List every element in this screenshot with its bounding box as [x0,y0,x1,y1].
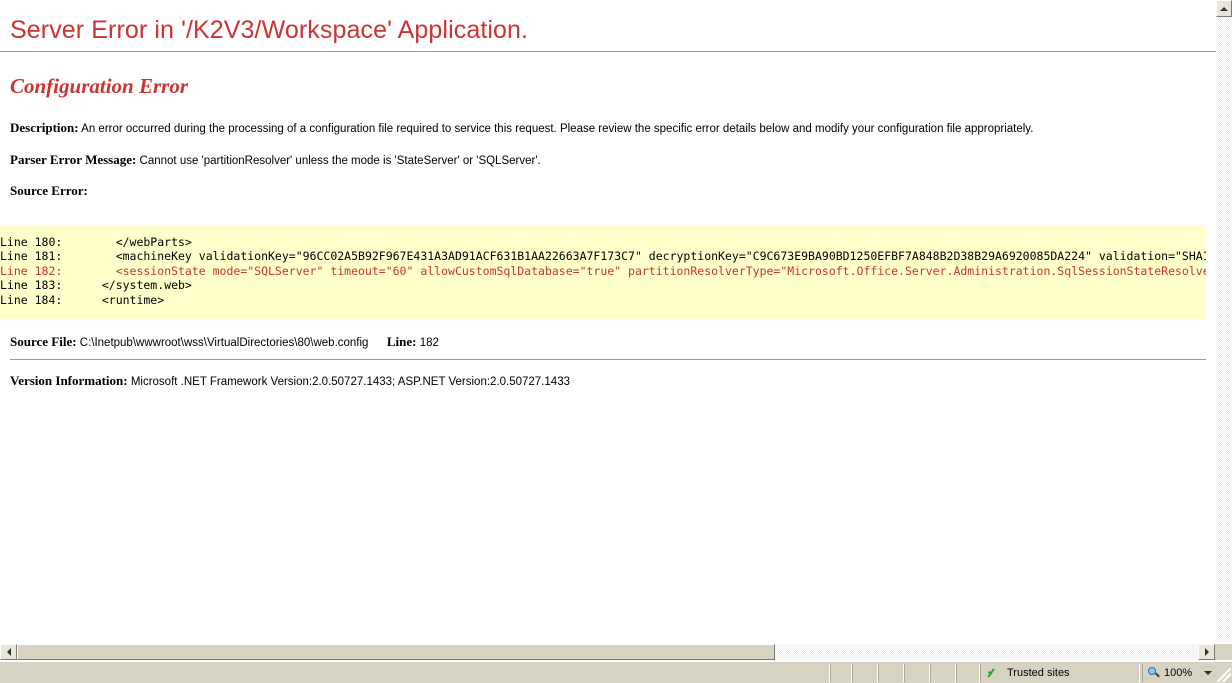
code-line: Line 181: <machineKey validationKey="96C… [0,249,1206,264]
code-line: Line 184: <runtime> [0,293,1206,308]
source-error-paragraph: Source Error: [10,176,1206,211]
code-line-number: Line 184: [0,292,63,307]
code-line-number: Line 181: [0,249,63,264]
description-text: An error occurred during the processing … [81,123,1034,135]
code-line: Line 180: </webParts> [0,235,1206,250]
page-title: Server Error in '/K2V3/Workspace' Applic… [10,16,529,44]
status-message [2,664,830,682]
code-line-text: </webParts> [88,234,192,249]
version-label: Version Information: [10,372,128,388]
security-zone-label: Trusted sites [1007,667,1070,679]
code-line-text: <machineKey validationKey="96CC02A5B92F9… [88,249,1206,264]
zoom-level-label: 100% [1164,667,1193,679]
description-paragraph: Description: An error occurred during th… [10,113,1206,145]
status-cell-6 [956,664,980,682]
source-error-label: Source Error: [10,183,88,199]
browser-content-area: Server Error in '/K2V3/Workspace' Applic… [0,0,1216,642]
status-cell-3 [878,664,904,682]
code-line-text: </system.web> [88,278,192,293]
error-subtitle: Configuration Error [10,74,188,98]
parser-error-paragraph: Parser Error Message: Cannot use 'partit… [10,145,1206,177]
code-line-text: <runtime> [88,292,165,307]
scrollbar-corner [1215,644,1232,660]
vertical-scrollbar[interactable] [1216,0,1232,642]
scroll-up-button[interactable] [1216,0,1232,17]
code-line-number: Line 183: [0,278,63,293]
code-line-number: Line 180: [0,234,63,249]
line-number: 182 [419,337,439,350]
horizontal-scrollbar-thumb[interactable] [17,644,775,660]
check-icon [987,667,1000,680]
scroll-right-button[interactable] [1198,644,1215,660]
horizontal-scrollbar[interactable] [0,642,1232,662]
code-line: Line 183: </system.web> [0,278,1206,293]
status-cell-2 [852,664,878,682]
version-information-paragraph: Version Information: Microsoft .NET Fram… [10,360,1206,398]
status-cell-1 [830,664,852,682]
source-file-label: Source File: [10,334,77,350]
code-line-number: Line 182: [0,263,63,278]
parser-error-text: Cannot use 'partitionResolver' unless th… [139,154,541,167]
code-line: Line 182: <sessionState mode="SQLServer"… [0,264,1206,279]
source-file-path: C:\Inetpub\wwwroot\wss\VirtualDirectorie… [79,337,369,350]
browser-status-bar: Trusted sites 100% [0,662,1232,683]
scroll-left-button[interactable] [0,644,17,660]
line-label: Line: [386,334,417,350]
status-cell-5 [930,664,956,682]
version-text: Microsoft .NET Framework Version:2.0.507… [130,375,570,388]
chevron-down-icon[interactable] [1204,671,1213,675]
chevron-right-icon [1204,648,1209,656]
code-line-text: <sessionState mode="SQLServer" timeout="… [88,263,1206,278]
parser-error-label: Parser Error Message: [10,151,137,167]
status-cell-4 [904,664,930,682]
vertical-scrollbar-track[interactable] [1216,17,1232,642]
security-zone-indicator[interactable]: Trusted sites [980,664,1140,682]
magnifier-icon [1148,667,1160,679]
zoom-control[interactable]: 100% [1142,664,1222,682]
source-file-paragraph: Source File: C:\Inetpub\wwwroot\wss\Virt… [10,319,1206,359]
description-label: Description: [10,120,79,135]
chevron-up-icon [1220,6,1228,11]
source-code-block: Line 180: </webParts> Line 181: <machineK… [0,224,1206,320]
resize-grip[interactable] [1217,668,1231,682]
chevron-left-icon [6,648,11,656]
